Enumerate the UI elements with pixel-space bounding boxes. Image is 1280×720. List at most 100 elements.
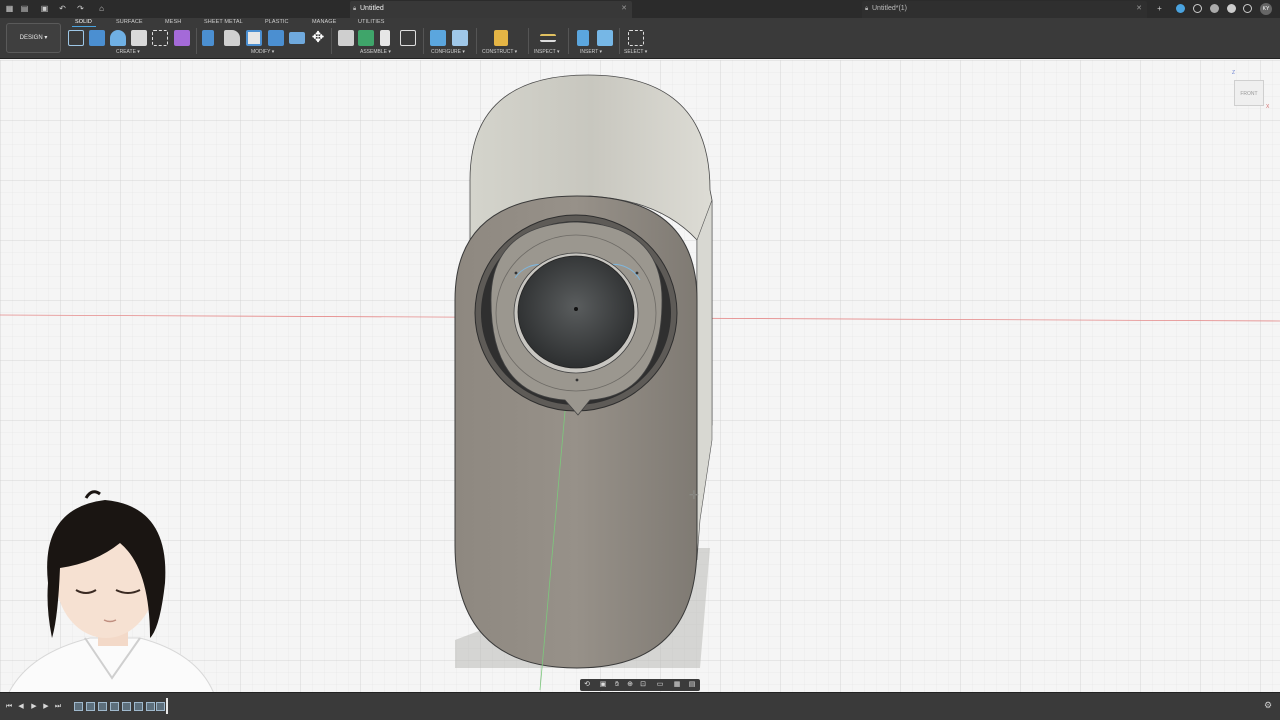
lens-opening — [517, 255, 635, 369]
document-tab-active[interactable]: 🔒︎ Untitled ✕ — [350, 1, 632, 18]
measure-icon[interactable] — [540, 34, 556, 42]
timeline-bar: ⏮︎ ◀ ▶ ▶ ⏭︎ ⚙ — [0, 692, 1280, 720]
tab-plastic[interactable]: PLASTIC — [265, 19, 289, 25]
title-bar: ▦ ▤ ▣ ↶ ↷ ⌂ 🔒︎ Untitled ✕ 🔒︎ Untitled*(1… — [0, 0, 1280, 18]
group-select[interactable]: SELECT ▾ — [624, 49, 647, 55]
go-to-end-icon[interactable]: ⏭︎ — [54, 702, 62, 711]
3d-viewport-canvas[interactable]: ✛ — [0, 60, 1280, 692]
fillet-icon[interactable] — [224, 30, 240, 46]
revolve-icon[interactable] — [110, 30, 126, 46]
create-form-icon[interactable] — [174, 30, 190, 46]
new-component-icon[interactable] — [338, 30, 354, 46]
joint-icon[interactable] — [358, 30, 374, 46]
pattern-icon[interactable] — [152, 30, 168, 46]
extrude-icon[interactable] — [89, 30, 105, 46]
document-tab-label: Untitled — [360, 5, 384, 12]
split-body-icon[interactable] — [289, 32, 305, 44]
separator — [423, 28, 424, 54]
look-at-icon[interactable]: ▣ — [599, 681, 607, 689]
fit-icon[interactable]: ⊡ — [639, 681, 647, 689]
combine-icon[interactable] — [268, 30, 284, 46]
tab-manage[interactable]: MANAGE — [312, 19, 336, 25]
timeline-feature[interactable] — [110, 702, 119, 711]
tab-mesh[interactable]: MESH — [165, 19, 181, 25]
notifications-icon[interactable] — [1210, 4, 1219, 13]
group-construct[interactable]: CONSTRUCT ▾ — [482, 49, 517, 55]
timeline-feature[interactable] — [122, 702, 131, 711]
navigation-bar: ⟲ ▣ ✋︎ ⊕ ⊡ ▭ ▦ ▤ — [580, 679, 700, 691]
group-modify[interactable]: MODIFY ▾ — [251, 49, 274, 55]
group-insert[interactable]: INSERT ▾ — [580, 49, 602, 55]
new-tab-icon[interactable]: + — [1155, 4, 1164, 13]
grid-settings-icon[interactable]: ▦ — [673, 681, 681, 689]
press-pull-icon[interactable] — [202, 30, 214, 46]
extensions-icon[interactable] — [1176, 4, 1185, 13]
configure-theme-icon[interactable] — [452, 30, 468, 46]
timeline-feature[interactable] — [134, 702, 143, 711]
timeline-marker[interactable] — [166, 698, 168, 714]
avatar-shirt — [8, 637, 214, 692]
separator — [568, 28, 569, 54]
axis-z-label: Z — [1232, 70, 1236, 76]
offset-plane-icon[interactable] — [494, 30, 508, 46]
move-copy-icon[interactable]: ✥ — [310, 30, 326, 46]
document-tab-inactive[interactable]: 🔒︎ Untitled*(1) ✕ — [862, 1, 1147, 18]
pan-icon[interactable]: ✋︎ — [613, 681, 621, 689]
close-tab-icon[interactable]: ✕ — [621, 1, 627, 17]
help-icon-2[interactable] — [1243, 4, 1252, 13]
sketch-point — [514, 271, 518, 275]
help-icon[interactable] — [1227, 4, 1236, 13]
separator — [476, 28, 477, 54]
redo-icon[interactable]: ↷ — [76, 4, 85, 13]
as-built-joint-icon[interactable] — [380, 30, 390, 46]
avatar-hair-tuft — [84, 490, 101, 499]
group-inspect[interactable]: INSPECT ▾ — [534, 49, 559, 55]
undo-icon[interactable]: ↶ — [58, 4, 67, 13]
tab-sheet-metal[interactable]: SHEET METAL — [204, 19, 243, 25]
shell-icon[interactable] — [246, 30, 262, 46]
view-cube[interactable]: FRONT — [1234, 80, 1264, 106]
orbit-icon[interactable]: ⟲ — [583, 681, 591, 689]
user-avatar[interactable]: KY — [1260, 3, 1272, 15]
close-tab-icon[interactable]: ✕ — [1136, 1, 1142, 17]
sketch-point — [575, 378, 579, 382]
save-icon[interactable]: ▣ — [40, 4, 49, 13]
app-grid-icon[interactable]: ▦ — [5, 4, 14, 13]
insert-derive-icon[interactable] — [577, 30, 589, 46]
axis-x-label: X — [1266, 104, 1270, 110]
timeline-feature[interactable] — [146, 702, 155, 711]
home-icon[interactable]: ⌂ — [97, 4, 106, 13]
timeline-feature[interactable] — [86, 702, 95, 711]
job-status-icon[interactable] — [1193, 4, 1202, 13]
zoom-icon[interactable]: ⊕ — [626, 681, 634, 689]
fusion-app-window: ▦ ▤ ▣ ↶ ↷ ⌂ 🔒︎ Untitled ✕ 🔒︎ Untitled*(1… — [0, 0, 1280, 720]
insert-canvas-icon[interactable] — [597, 30, 613, 46]
toolbar-ribbon: DESIGN ▾ SOLID SURFACE MESH SHEET METAL … — [0, 18, 1280, 59]
gear-icon[interactable]: ⚙ — [1264, 700, 1274, 710]
origin-point — [574, 307, 578, 311]
tab-surface[interactable]: SURFACE — [116, 19, 143, 25]
timeline-feature[interactable] — [156, 702, 165, 711]
hole-icon[interactable] — [131, 30, 147, 46]
view-cube-face-label: FRONT — [1240, 91, 1258, 97]
presenter-avatar — [8, 490, 214, 692]
file-menu-icon[interactable]: ▤ — [20, 4, 29, 13]
workspace-switcher-button[interactable]: DESIGN ▾ — [6, 23, 61, 53]
tab-solid[interactable]: SOLID — [75, 19, 92, 25]
timeline-feature[interactable] — [98, 702, 107, 711]
create-sketch-icon[interactable] — [68, 30, 84, 46]
rigid-group-icon[interactable] — [400, 30, 416, 46]
step-back-icon[interactable]: ◀ — [17, 702, 25, 711]
configure-table-icon[interactable] — [430, 30, 446, 46]
display-settings-icon[interactable]: ▭ — [656, 681, 664, 689]
tab-utilities[interactable]: UTILITIES — [358, 19, 385, 25]
group-configure[interactable]: CONFIGURE ▾ — [431, 49, 465, 55]
select-icon[interactable] — [628, 30, 644, 46]
group-assemble[interactable]: ASSEMBLE ▾ — [360, 49, 391, 55]
go-to-start-icon[interactable]: ⏮︎ — [5, 702, 13, 711]
group-create[interactable]: CREATE ▾ — [116, 49, 140, 55]
step-forward-icon[interactable]: ▶ — [42, 702, 50, 711]
viewports-icon[interactable]: ▤ — [688, 681, 696, 689]
play-icon[interactable]: ▶ — [30, 702, 38, 711]
timeline-feature[interactable] — [74, 702, 83, 711]
